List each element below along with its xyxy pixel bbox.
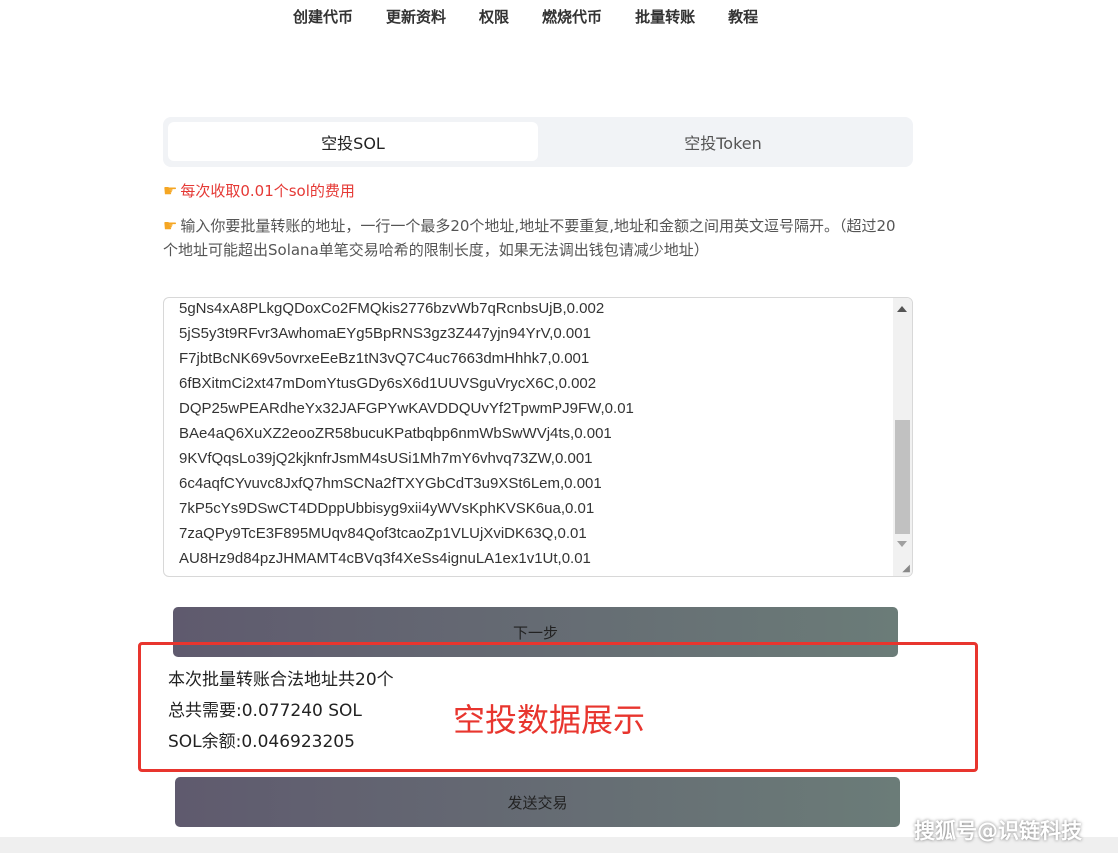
address-line: BAe4aQ6XuXZ2eooZR58bucuKPatbqbp6nmWbSwWV…	[179, 425, 612, 442]
nav-batch-transfer[interactable]: 批量转账	[635, 6, 695, 27]
pointing-hand-icon: ☛	[163, 216, 178, 235]
scroll-up-arrow-icon[interactable]	[897, 306, 907, 312]
airdrop-tabs: 空投SOL 空投Token	[163, 117, 913, 167]
fee-notice: ☛ 每次收取0.01个sol的费用	[163, 180, 355, 201]
address-line: DQP25wPEARdheYx32JAFGPYwKAVDDQUvYf2TpwmP…	[179, 400, 634, 417]
instruction-text: 输入你要批量转账的地址，一行一个最多20个地址,地址不要重复,地址和金额之间用英…	[163, 217, 896, 259]
nav-burn-token[interactable]: 燃烧代币	[542, 6, 602, 27]
scrollbar-thumb[interactable]	[895, 420, 910, 534]
address-line: AU8Hz9d84pzJHMAMT4cBVq3f4XeSs4ignuLA1ex1…	[179, 550, 591, 567]
address-line: 6c4aqfCYvuvc8JxfQ7hmSCNa2fTXYGbCdT3u9XSt…	[179, 475, 602, 492]
address-line: 5gNs4xA8PLkgQDoxCo2FMQkis2776bzvWb7qRcnb…	[179, 300, 605, 317]
address-line: F7jbtBcNK69v5ovrxeEeBz1tN3vQ7C4uc7663dmH…	[179, 350, 590, 367]
fee-notice-text: 每次收取0.01个sol的费用	[180, 182, 355, 200]
address-line: 7zaQPy9TcE3F895MUqv84Qof3tcaoZp1VLUjXviD…	[179, 525, 587, 542]
input-instruction: ☛ 输入你要批量转账的地址，一行一个最多20个地址,地址不要重复,地址和金额之间用…	[163, 214, 898, 262]
address-line: 9KVfQqsLo39jQ2kjknfrJsmM4sUSi1Mh7mY6vhvq…	[179, 450, 593, 467]
nav-update-info[interactable]: 更新资料	[386, 6, 446, 27]
watermark: 搜狐号@识链科技	[914, 819, 1082, 843]
nav-create-token[interactable]: 创建代币	[293, 6, 353, 27]
resize-handle-icon[interactable]: ◢	[902, 563, 910, 574]
address-line: 5jS5y3t9RFvr3AwhomaEYg5BpRNS3gz3Z447yjn9…	[179, 325, 591, 342]
annotation-label: 空投数据展示	[453, 701, 646, 739]
address-list: 5gNs4xA8PLkgQDoxCo2FMQkis2776bzvWb7qRcnb…	[179, 298, 634, 571]
nav-permissions[interactable]: 权限	[479, 6, 509, 27]
nav-tutorial[interactable]: 教程	[728, 6, 758, 27]
address-line: 6fBXitmCi2xt47mDomYtusGDy6sX6d1UUVSguVry…	[179, 375, 597, 392]
scroll-down-arrow-icon[interactable]	[897, 541, 907, 547]
address-line: 7kP5cYs9DSwCT4DDppUbbisyg9xii4yWVsKphKVS…	[179, 500, 595, 517]
tab-airdrop-sol[interactable]: 空投SOL	[168, 122, 538, 161]
top-navigation: 创建代币 更新资料 权限 燃烧代币 批量转账 教程	[0, 0, 1118, 62]
pointing-hand-icon: ☛	[163, 181, 178, 200]
tab-airdrop-token[interactable]: 空投Token	[538, 122, 908, 161]
send-transaction-button[interactable]: 发送交易	[175, 777, 900, 827]
textarea-scrollbar[interactable]	[893, 298, 912, 576]
address-textarea[interactable]: 5gNs4xA8PLkgQDoxCo2FMQkis2776bzvWb7qRcnb…	[163, 297, 913, 577]
